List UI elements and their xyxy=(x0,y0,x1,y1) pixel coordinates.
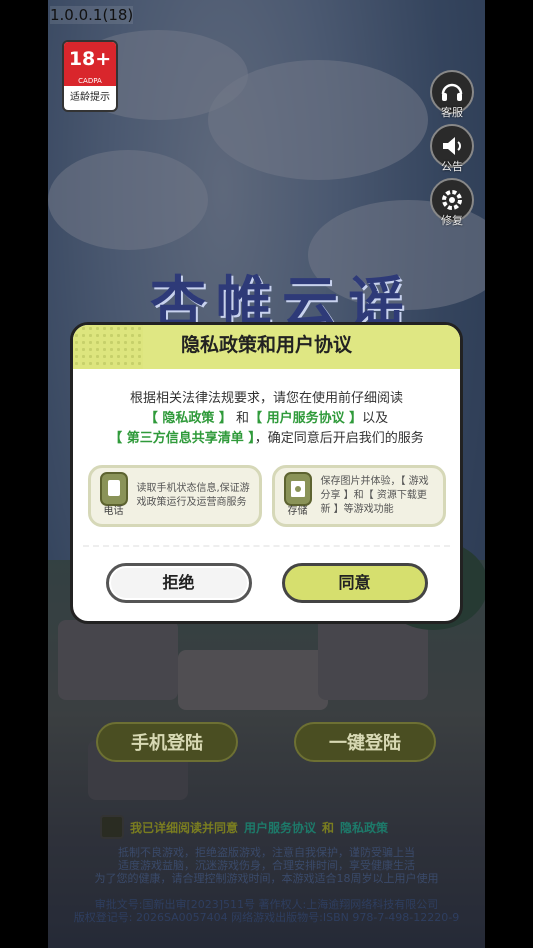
one-key-login-button[interactable]: 一键登陆 xyxy=(294,722,436,762)
permission-description: 读取手机状态信息,保证游戏政策运行及运营商服务 xyxy=(136,483,250,508)
dialog-divider xyxy=(83,545,450,547)
permission-label: 存储 xyxy=(287,506,308,517)
health-notice: 抵制不良游戏，拒绝盗版游戏，注意自我保护，谨防受骗上当 适度游戏益脑，沉迷游戏伤… xyxy=(48,846,485,885)
third-party-list-link[interactable]: 【 第三方信息共享清单 】 xyxy=(109,431,255,446)
dialog-tail: ，确定同意后开启我们的服务 xyxy=(254,431,424,446)
agreement-prefix: 我已详细阅读并同意 xyxy=(130,820,239,835)
announcement-label: 公告 xyxy=(441,160,463,173)
health-notice-line: 抵制不良游戏，拒绝盗版游戏，注意自我保护，谨防受骗上当 xyxy=(118,846,415,859)
repair-label: 修复 xyxy=(441,214,463,227)
age-rating-label: 适龄提示 xyxy=(70,92,110,103)
dialog-and: 和 xyxy=(231,411,250,426)
customer-service-label: 客服 xyxy=(441,106,463,119)
repair-button[interactable]: 修复 xyxy=(430,178,474,228)
privacy-policy-link[interactable]: 隐私政策 xyxy=(340,819,388,836)
customer-service-button[interactable]: 客服 xyxy=(430,70,474,120)
privacy-policy-link[interactable]: 【 隐私政策 】 xyxy=(145,411,232,426)
headset-icon xyxy=(441,83,463,101)
dialog-body: 根据相关法律法规要求，请您在使用前仔细阅读 【 隐私政策 】 和【 用户服务协议… xyxy=(73,369,460,603)
dialog-and-2: 以及 xyxy=(362,411,389,426)
gear-icon xyxy=(442,190,462,210)
agree-button[interactable]: 同意 xyxy=(281,563,428,603)
agreement-checkbox[interactable] xyxy=(100,815,124,839)
agreement-row: 我已详细阅读并同意 用户服务协议和隐私政策 xyxy=(100,815,388,839)
phone-login-button[interactable]: 手机登陆 xyxy=(96,722,238,762)
age-rating-org: CADPA xyxy=(78,77,102,85)
version-label: 1.0.0.1(18) xyxy=(50,6,134,24)
age-rating-badge[interactable]: 18+ CADPA 适龄提示 xyxy=(62,40,118,112)
reject-button[interactable]: 拒绝 xyxy=(105,563,252,603)
user-agreement-link[interactable]: 【 用户服务协议 】 xyxy=(249,411,362,426)
health-notice-line: 为了您的健康，请合理控制游戏时间，本游戏适合18周岁以上用户使用 xyxy=(94,872,439,885)
letterbox-left xyxy=(0,0,48,948)
agreement-and: 和 xyxy=(322,820,335,835)
user-agreement-link[interactable]: 用户服务协议 xyxy=(244,819,316,836)
legal-info: 审批文号:国新出审[2023]511号 著作权人:上海逾翔网络科技有限公司 版权… xyxy=(48,898,485,924)
dialog-actions: 拒绝 同意 xyxy=(73,563,460,603)
health-notice-line: 适度游戏益脑，沉迷游戏伤身，合理安排时间，享受健康生活 xyxy=(118,859,415,872)
dialog-header: 隐私政策和用户协议 xyxy=(73,325,460,369)
letterbox-right xyxy=(485,0,533,948)
permission-label: 电话 xyxy=(103,506,124,517)
dialog-intro: 根据相关法律法规要求，请您在使用前仔细阅读 xyxy=(129,391,403,406)
speaker-icon xyxy=(443,137,461,155)
phone-icon xyxy=(99,472,128,506)
dialog-title: 隐私政策和用户协议 xyxy=(180,334,352,356)
permission-card-storage: 存储 保存图片并体验，【 游戏分享 】和【 资源下载更新 】等游戏功能 xyxy=(271,465,446,527)
legal-line: 版权登记号: 2026SA0057404 网络游戏出版物号:ISBN 978-7… xyxy=(73,911,460,924)
legal-line: 审批文号:国新出审[2023]511号 著作权人:上海逾翔网络科技有限公司 xyxy=(94,898,439,911)
age-rating: 18+ xyxy=(68,48,112,70)
storage-icon xyxy=(283,472,312,506)
permission-list: 电话 读取手机状态信息,保证游戏政策运行及运营商服务 存储 保存图片并体验，【 … xyxy=(73,465,460,527)
privacy-dialog: 隐私政策和用户协议 根据相关法律法规要求，请您在使用前仔细阅读 【 隐私政策 】… xyxy=(70,322,463,624)
permission-description: 保存图片并体验，【 游戏分享 】和【 资源下载更新 】等游戏功能 xyxy=(320,476,429,515)
permission-card-phone: 电话 读取手机状态信息,保证游戏政策运行及运营商服务 xyxy=(87,465,262,527)
announcement-button[interactable]: 公告 xyxy=(430,124,474,174)
